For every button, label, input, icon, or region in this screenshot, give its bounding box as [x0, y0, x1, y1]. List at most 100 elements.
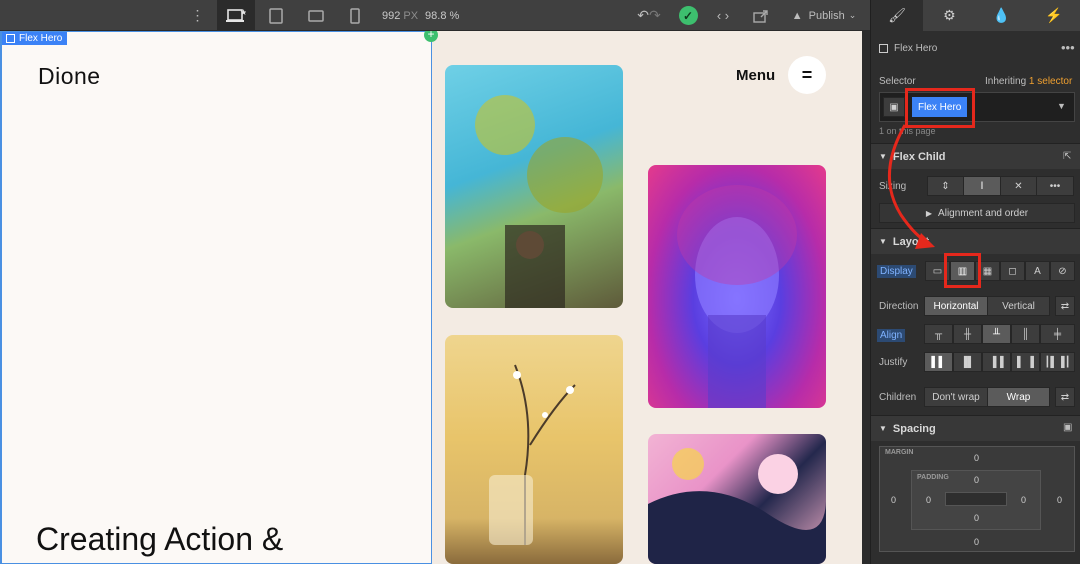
style-brush-icon[interactable]: 🖌: [871, 0, 924, 31]
element-box-icon: [6, 34, 15, 43]
chevron-down-icon[interactable]: ▼: [1057, 101, 1066, 111]
padding-right[interactable]: 0: [1021, 495, 1026, 505]
direction-horizontal-button[interactable]: Horizontal: [924, 296, 988, 316]
zoom-level: 98.8 %: [425, 9, 460, 22]
menu-button[interactable]: =: [788, 56, 826, 94]
justify-end-button[interactable]: ▐▐: [982, 352, 1011, 372]
spacing-lock-icon[interactable]: ▣: [1063, 422, 1072, 433]
selected-element-label: Flex Hero: [19, 33, 63, 44]
grid-icon: ▦: [982, 265, 993, 277]
reverse-wrap-icon[interactable]: ⇄: [1055, 387, 1075, 407]
reverse-direction-icon[interactable]: ⇄: [1055, 296, 1075, 316]
desktop-breakpoint-button[interactable]: ★: [217, 0, 255, 31]
justify-start-icon: ▌▌: [931, 356, 946, 368]
padding-left[interactable]: 0: [926, 495, 931, 505]
display-label: Display: [877, 265, 916, 278]
publish-button[interactable]: ▲ Publish ⌄: [784, 0, 864, 31]
align-stretch-button[interactable]: ║: [1011, 324, 1040, 344]
inline-block-icon: ◻: [1008, 265, 1017, 277]
export-icon[interactable]: [748, 0, 774, 31]
top-toolbar: ⋮ ★ 992 PX 98.8 % ↶ ↷ ✓ ‹ › ▲ Publish ⌄: [0, 0, 870, 31]
photo-woman-neon[interactable]: [648, 165, 826, 408]
justify-around-button[interactable]: ┃▌▐┃: [1040, 352, 1075, 372]
flex-hero-left[interactable]: [0, 31, 432, 564]
padding-bottom[interactable]: 0: [974, 513, 979, 523]
site-logo[interactable]: Dione: [38, 63, 101, 90]
selector-style-icon[interactable]: ▣: [883, 97, 905, 117]
inheriting-row: Inheriting 1 selector: [985, 76, 1072, 87]
block-icon: ▭: [932, 265, 943, 277]
children-wrap-button[interactable]: Wrap: [987, 387, 1050, 407]
align-start-button[interactable]: ╥: [924, 324, 953, 344]
justify-label: Justify: [879, 357, 908, 368]
align-start-icon: ╥: [934, 328, 943, 340]
display-inline-block-button[interactable]: ◻: [1000, 261, 1025, 281]
sizing-none-button[interactable]: ✕: [1000, 176, 1037, 196]
justify-around-icon: ┃▌▐┃: [1044, 356, 1071, 368]
designer-canvas[interactable]: Flex Hero + Dione Creating Action & Menu…: [0, 31, 862, 564]
settings-gear-icon[interactable]: ⚙: [923, 0, 975, 31]
align-baseline-button[interactable]: ╪: [1040, 324, 1075, 344]
padding-top[interactable]: 0: [974, 475, 979, 485]
align-end-icon: ╨: [992, 328, 1001, 340]
highlight-flex-button: [944, 253, 981, 288]
lightning-icon[interactable]: ⚡: [1028, 0, 1080, 31]
selector-label: Selector: [879, 76, 916, 87]
sizing-more-button[interactable]: •••: [1036, 176, 1074, 196]
style-panel: 🖌 ⚙ 💧 ⚡ Flex Hero ••• Selector Inheritin…: [870, 0, 1080, 564]
more-icon[interactable]: ⋮: [188, 0, 206, 31]
viewport-unit: PX: [403, 9, 419, 22]
publish-icon: ▲: [791, 9, 803, 22]
inheriting-count[interactable]: 1 selector: [1029, 76, 1072, 87]
drops-icon[interactable]: 💧: [976, 0, 1028, 31]
align-label: Align: [877, 329, 906, 342]
sizing-grow-button[interactable]: Ⅰ: [963, 176, 1001, 196]
svg-text:★: ★: [240, 8, 246, 17]
display-none-button[interactable]: ⊘: [1050, 261, 1075, 281]
justify-center-button[interactable]: ▐▌: [953, 352, 982, 372]
children-nowrap-button[interactable]: Don't wrap: [924, 387, 988, 407]
spacing-title: Spacing: [892, 422, 936, 435]
align-stretch-icon: ║: [1021, 328, 1030, 340]
margin-left[interactable]: 0: [891, 495, 896, 505]
menu-label[interactable]: Menu: [736, 67, 775, 84]
justify-between-button[interactable]: ▌ ▐: [1011, 352, 1040, 372]
element-name: Flex Hero: [894, 43, 938, 54]
hidden-icon: ⊘: [1058, 265, 1067, 277]
direction-label: Direction: [879, 301, 919, 312]
panel-tabs: 🖌 ⚙ 💧 ⚡: [871, 0, 1080, 31]
mobile-landscape-icon: [308, 9, 324, 22]
hero-heading[interactable]: Creating Action &: [36, 521, 283, 558]
margin-right[interactable]: 0: [1057, 495, 1062, 505]
tablet-breakpoint-button[interactable]: [257, 0, 295, 31]
redo-icon[interactable]: ↷: [649, 7, 661, 24]
justify-between-icon: ▌ ▐: [1017, 356, 1034, 368]
align-baseline-icon: ╪: [1053, 328, 1062, 340]
collapse-icon[interactable]: ⇱: [1063, 151, 1071, 162]
justify-start-button[interactable]: ▌▌: [924, 352, 953, 372]
more-options-icon[interactable]: •••: [1061, 40, 1075, 55]
element-name-row: Flex Hero: [879, 43, 937, 54]
photo-vase-branch[interactable]: [445, 335, 623, 564]
check-icon: ✓: [678, 6, 698, 25]
display-inline-button[interactable]: A: [1025, 261, 1050, 281]
undo-redo[interactable]: ↶ ↷: [630, 0, 668, 31]
viewport-width: 992: [382, 9, 401, 22]
photo-plant-man[interactable]: [445, 65, 623, 308]
photo-abstract-paint[interactable]: [648, 434, 826, 564]
align-center-button[interactable]: ╫: [953, 324, 982, 344]
mobile-landscape-breakpoint-button[interactable]: [297, 0, 335, 31]
selected-element-tag[interactable]: Flex Hero: [2, 32, 68, 45]
margin-bottom[interactable]: 0: [974, 537, 979, 547]
undo-icon[interactable]: ↶: [637, 7, 649, 24]
align-end-button[interactable]: ╨: [982, 324, 1011, 344]
margin-label: MARGIN: [885, 449, 914, 456]
spacing-header[interactable]: ▼ Spacing: [871, 415, 1080, 441]
content-box: [945, 492, 1007, 506]
code-icon[interactable]: ‹ ›: [708, 0, 738, 31]
mobile-portrait-breakpoint-button[interactable]: [336, 0, 374, 31]
status-check[interactable]: ✓: [676, 0, 700, 31]
margin-top[interactable]: 0: [974, 453, 979, 463]
direction-vertical-button[interactable]: Vertical: [987, 296, 1050, 316]
tablet-icon: [269, 7, 283, 24]
